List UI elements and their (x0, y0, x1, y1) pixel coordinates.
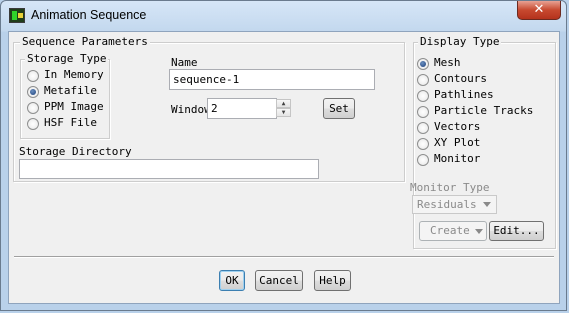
radio-ppm-image-label[interactable]: PPM Image (44, 100, 104, 113)
window-input[interactable]: 2 (207, 98, 277, 119)
chevron-down-icon (483, 202, 491, 207)
radio-in-memory[interactable] (27, 70, 39, 82)
window-input-value: 2 (211, 102, 218, 115)
edit-button[interactable]: Edit... (489, 221, 544, 241)
create-button-label: Create (430, 224, 470, 237)
spin-up-icon: ▲ (281, 100, 286, 107)
monitor-type-select[interactable]: Residuals (412, 195, 497, 214)
radio-hsf-file[interactable] (27, 118, 39, 130)
title-bar[interactable]: Animation Sequence ✕ (1, 1, 568, 31)
display-type-legend: Display Type (418, 35, 502, 48)
set-button[interactable]: Set (323, 98, 355, 119)
radio-monitor-label[interactable]: Monitor (434, 152, 480, 165)
storage-type-legend: Storage Type (25, 52, 109, 65)
spin-up-button[interactable]: ▲ (276, 99, 291, 108)
dialog-client: Sequence Parameters Storage Type In Memo… (8, 31, 560, 304)
radio-in-memory-label[interactable]: In Memory (44, 68, 104, 81)
radio-xy-plot-label[interactable]: XY Plot (434, 136, 480, 149)
ok-button[interactable]: OK (219, 270, 245, 291)
window-title: Animation Sequence (31, 8, 147, 22)
footer-divider (14, 256, 554, 258)
radio-ppm-image[interactable] (27, 102, 39, 114)
display-type-group: Display Type Mesh Contours Pathlines Par… (410, 35, 556, 249)
monitor-type-label: Monitor Type (410, 181, 490, 194)
radio-contours[interactable] (417, 74, 429, 86)
close-button[interactable]: ✕ (517, 1, 561, 20)
app-icon (9, 8, 25, 23)
monitor-type-value: Residuals (417, 198, 477, 211)
radio-xy-plot[interactable] (417, 138, 429, 150)
radio-vectors-label[interactable]: Vectors (434, 120, 480, 133)
help-button[interactable]: Help (314, 270, 351, 291)
radio-particle-tracks[interactable] (417, 106, 429, 118)
radio-mesh-label[interactable]: Mesh (434, 56, 461, 69)
sequence-parameters-legend: Sequence Parameters (20, 35, 150, 48)
name-label: Name (171, 56, 198, 69)
storage-directory-input[interactable] (19, 159, 319, 179)
dialog-window: Animation Sequence ✕ Sequence Parameters… (0, 0, 567, 311)
radio-contours-label[interactable]: Contours (434, 72, 487, 85)
radio-vectors[interactable] (417, 122, 429, 134)
radio-monitor[interactable] (417, 154, 429, 166)
radio-metafile[interactable] (27, 86, 39, 98)
name-input[interactable]: sequence-1 (169, 69, 375, 90)
radio-mesh[interactable] (417, 58, 429, 70)
spin-down-button[interactable]: ▼ (276, 108, 291, 117)
create-button[interactable]: Create (419, 221, 487, 241)
sequence-parameters-group: Sequence Parameters Storage Type In Memo… (13, 35, 405, 182)
radio-pathlines-label[interactable]: Pathlines (434, 88, 494, 101)
close-icon: ✕ (533, 2, 545, 17)
radio-metafile-label[interactable]: Metafile (44, 84, 97, 97)
radio-hsf-file-label[interactable]: HSF File (44, 116, 97, 129)
spin-down-icon: ▼ (281, 109, 286, 116)
radio-particle-tracks-label[interactable]: Particle Tracks (434, 104, 533, 117)
chevron-down-icon (475, 229, 483, 234)
storage-directory-label: Storage Directory (19, 145, 132, 158)
cancel-button[interactable]: Cancel (255, 270, 303, 291)
storage-type-group: Storage Type In Memory Metafile PPM Imag… (20, 52, 110, 139)
window-label: Window (171, 103, 211, 116)
radio-pathlines[interactable] (417, 90, 429, 102)
